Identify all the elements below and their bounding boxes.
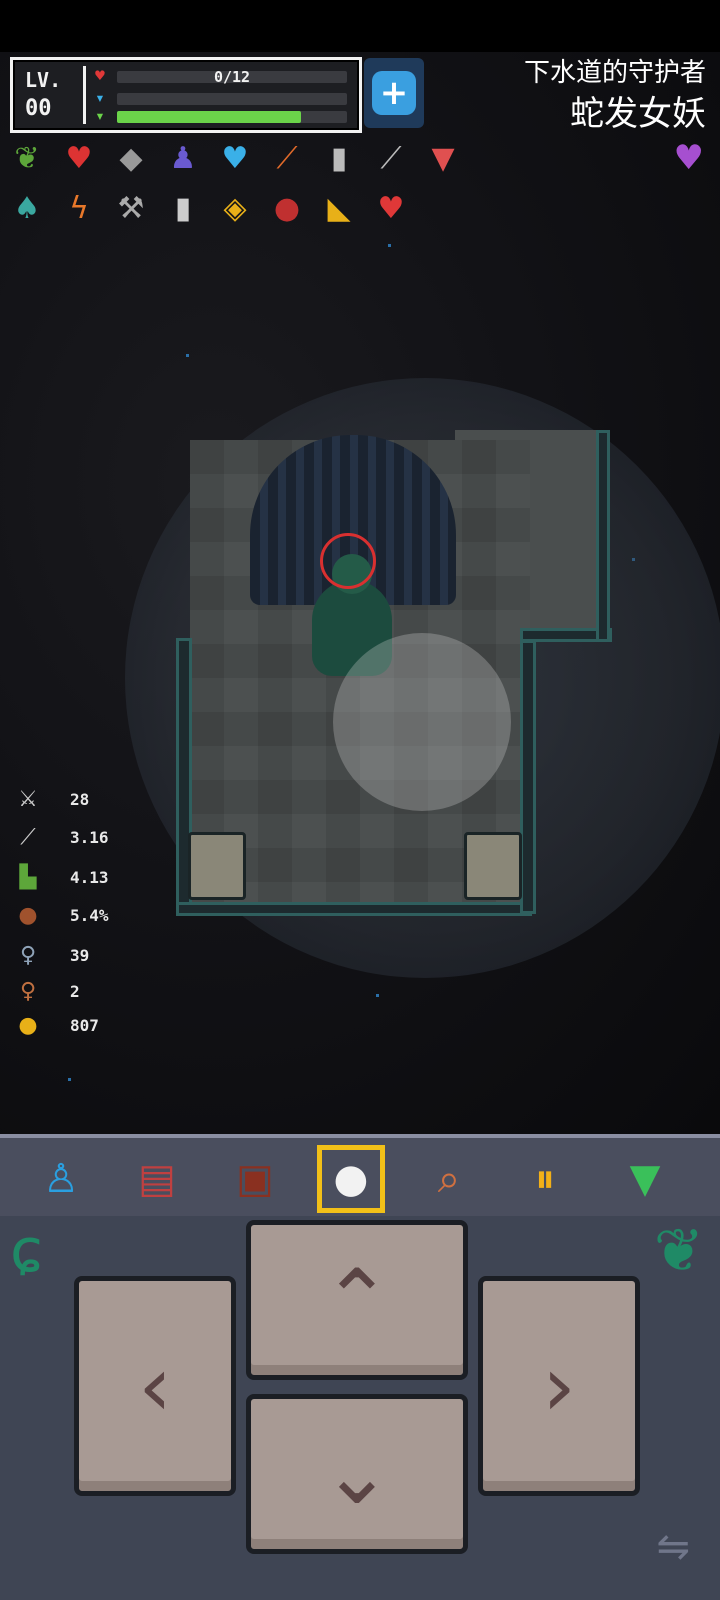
chevron-left-icon: ‹ [138,1337,172,1435]
boss-name: 蛇发女妖 [570,94,706,134]
purple-heart-icon: ♥ [673,138,704,178]
mushroom-icon[interactable]: ♠ [6,188,48,230]
swords-icon: ⚔ [18,787,38,812]
inventory-button[interactable]: ▣ [220,1144,290,1214]
silver-key-icon: ♀ [19,943,37,968]
armor-bar [117,93,347,105]
virtual-joystick[interactable] [333,633,511,811]
target-icon: ● [333,1156,369,1202]
shield-small-icon: ▾ [95,88,105,107]
person-icon: ♙ [43,1156,79,1202]
target-button[interactable]: ● [316,1144,386,1214]
search-button[interactable]: ⌕ [414,1144,484,1214]
jar-icon[interactable]: ▮ [162,188,204,230]
figures-icon[interactable]: ♟ [162,138,204,180]
attack-value: 28 [70,790,90,809]
level-value: 00 [25,96,52,121]
chevron-down-icon: ⌄ [321,1425,393,1523]
jar-icon[interactable]: ▮ [318,138,360,180]
status-bar [0,0,720,52]
cheese-icon[interactable]: ◣ [318,188,360,230]
player-status-panel: LV. 00 ♥ 0/12 ▾ ▾ [10,57,362,133]
bronze-key-stat: ♀ 2 [14,978,134,1008]
health-text: 0/12 [213,68,251,86]
heart-icon: ♥ [95,66,105,85]
silver-key-stat: ♀ 39 [14,942,134,972]
dpad-right-button[interactable]: › [478,1276,640,1496]
level-label: LV. [25,68,62,92]
heal-button[interactable]: + [364,58,424,128]
blue-heart-icon[interactable]: ♥ [214,138,256,180]
south-wall [176,902,532,916]
blade-icon: ⟋ [20,825,36,850]
east-wall [520,640,536,914]
bag-icon: ▣ [236,1156,274,1202]
attack-stat: ⚔ 28 [14,786,134,816]
bronze-key-icon: ♀ [19,979,37,1004]
gold-stat: ● 807 [14,1012,134,1042]
heart-piece-icon[interactable]: ♥ [58,138,100,180]
chevron-right-icon: › [542,1337,576,1435]
leaf-icon[interactable]: ❦ [6,138,48,180]
dpad-left-button[interactable]: ‹ [74,1276,236,1496]
journal-button[interactable]: ▤ [122,1144,192,1214]
swap-icon[interactable]: ⇋ [656,1524,690,1570]
defense-stat: ● 5.4% [14,902,134,932]
axe-icon[interactable]: ⚒ [110,188,152,230]
speed-value: 4.13 [70,868,109,887]
dpad-down-button[interactable]: ⌄ [246,1394,468,1554]
vine-decoration-left: ɕ [10,1216,43,1286]
health-row: ♥ 0/12 [91,66,347,86]
xp-icon: ▾ [95,106,105,125]
crit-stat: ⟋ 3.16 [14,824,134,854]
diamond-tile-icon[interactable]: ◈ [214,188,256,230]
feather-icon[interactable]: ⟋ [266,138,308,180]
boss-subtitle: 下水道的守护者 [523,58,706,88]
statue-pedestal-left [188,832,246,900]
xp-bar [117,111,347,123]
action-toolbar: ♙ ▤ ▣ ● ⌕ ⏸ ▼ [0,1134,720,1220]
defense-value: 5.4% [70,906,109,925]
book-icon: ▤ [138,1156,176,1202]
red-heart-icon[interactable]: ♥ [370,188,412,230]
down-arrow-icon: ▼ [629,1156,661,1202]
bronze-key-value: 2 [70,982,80,1001]
fork-icon[interactable]: ⟋ [370,138,412,180]
stone-icon[interactable]: ◆ [110,138,152,180]
speed-stat: ▙ 4.13 [14,864,134,894]
vine-decoration-right: ❦ [653,1216,704,1286]
health-bar: 0/12 [117,68,347,86]
boot-icon: ▙ [19,865,37,890]
plus-icon: + [372,71,416,115]
chevron-up-icon: ⌃ [321,1251,393,1349]
character-button[interactable]: ♙ [26,1144,96,1214]
xp-bar-fill [117,111,301,123]
gold-value: 807 [70,1016,99,1035]
target-reticle [320,533,376,589]
silver-key-value: 39 [70,946,90,965]
pause-button[interactable]: ⏸ [510,1144,580,1214]
far-east-wall [596,430,610,642]
collapse-button[interactable]: ▼ [610,1144,680,1214]
level-box: LV. 00 [21,66,86,124]
fangs-icon[interactable]: ▼ [422,138,464,180]
statue-pedestal-right [464,832,522,900]
dpad-up-button[interactable]: ⌃ [246,1220,468,1380]
xp-row: ▾ [91,108,347,124]
lightning-icon[interactable]: ϟ [58,188,100,230]
shield-icon: ● [18,903,38,928]
red-seal-icon[interactable]: ● [266,188,308,230]
control-pad: ɕ ❦ ⌃ ‹ › ⌄ ⇋ [0,1216,720,1600]
crit-value: 3.16 [70,828,109,847]
armor-row: ▾ [91,90,347,106]
gold-coin-icon: ● [18,1013,38,1038]
magnifier-icon: ⌕ [437,1156,461,1202]
pause-icon: ⏸ [535,1156,555,1202]
